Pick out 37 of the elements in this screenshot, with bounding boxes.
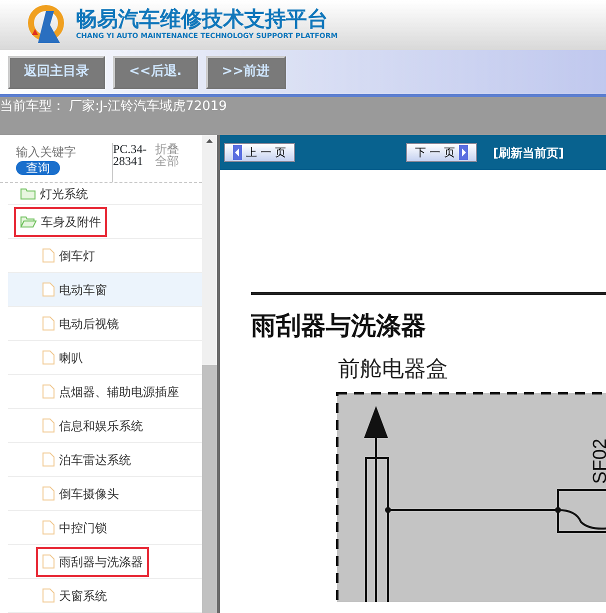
tree-item[interactable]: 喇叭 (38, 344, 87, 370)
tree-item[interactable]: 泊车雷达系统 (38, 446, 135, 472)
refresh-page-link[interactable]: [刷新当前页] (493, 144, 564, 162)
next-page-button[interactable]: 下 一 页 (406, 143, 477, 162)
previous-page-button[interactable]: 上 一 页 (224, 143, 295, 162)
document-icon (42, 316, 55, 331)
tree-item[interactable]: 天窗系统 (38, 582, 111, 608)
tree-item[interactable]: 雨刮器与洗涤器 (38, 548, 147, 574)
document-icon (42, 384, 55, 399)
scrollbar-thumb[interactable] (202, 364, 217, 613)
tree-item[interactable]: 信息和娱乐系统 (38, 412, 147, 438)
tree-item[interactable]: 车身及附件 (16, 208, 105, 234)
scroll-up-arrow-icon[interactable] (206, 139, 213, 143)
document-icon (42, 588, 55, 603)
document-heading: 雨刮器与洗涤器 (251, 310, 427, 342)
current-model-text: 当前车型： 厂家:J-江铃汽车域虎72019 (0, 99, 227, 114)
document-icon (42, 350, 55, 365)
tree-item[interactable]: 倒车灯 (38, 242, 99, 268)
open-folder-icon (20, 215, 37, 228)
code-text: PC.34-28341 (112, 143, 147, 182)
search-button[interactable]: 查询 (16, 161, 60, 175)
document-icon (42, 418, 55, 433)
document-icon (42, 520, 55, 535)
tree-item[interactable]: 电动后视镜 (38, 310, 123, 336)
tree-item[interactable]: 点烟器、辅助电源插座 (38, 378, 183, 404)
tree-item[interactable]: 倒车摄像头 (38, 480, 123, 506)
tree-item[interactable]: 中控门锁 (38, 514, 111, 540)
wiring-diagram-drawing: SF02 (336, 392, 606, 602)
folder-icon (20, 187, 36, 200)
document-icon (42, 554, 55, 569)
document-icon (42, 282, 55, 297)
document-icon (42, 486, 55, 501)
document-icon (42, 452, 55, 467)
document-subheading: 前舱电器盒 (337, 356, 449, 384)
site-title: 畅易汽车维修技术支持平台 (76, 8, 329, 32)
document-icon (42, 248, 55, 263)
tree-item[interactable]: 灯光系统 (16, 180, 92, 206)
